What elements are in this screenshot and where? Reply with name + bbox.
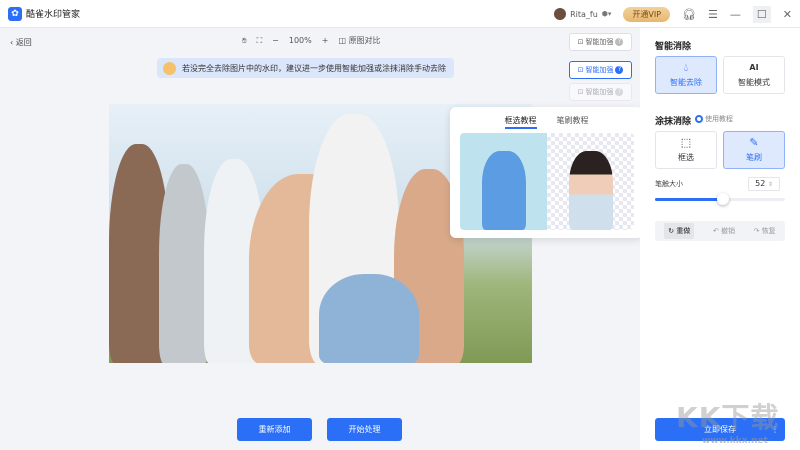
smear-remove-title: 涂抹消除	[655, 117, 692, 127]
smart-mode-button[interactable]: AI 智能模式	[723, 56, 785, 94]
compare-icon: ◫	[338, 36, 349, 45]
undo-label: 撤销	[721, 227, 736, 235]
avatar	[554, 8, 567, 20]
undo-button[interactable]: ↶ 撤销	[713, 226, 735, 236]
enhance-icon: ⊡	[577, 38, 584, 46]
redo-all-button[interactable]: ↻ 重做	[664, 223, 695, 239]
canvas-toolbar: ✋︎ ⛶ − 100% + ◫ 原图对比	[242, 35, 381, 46]
smart-mode-label: 智能模式	[738, 78, 770, 87]
brush-icon: ✎	[749, 136, 759, 149]
smart-remove-button[interactable]: 💧︎ 智能去除	[655, 56, 717, 94]
smart-remove-title: 智能消除	[655, 42, 692, 52]
drop-icon: 💧︎	[683, 61, 689, 74]
compare-button[interactable]: ◫ 原图对比	[338, 35, 380, 46]
tutorial-popover: 框选教程 笔刷教程	[450, 107, 643, 238]
watermark-url: www.kkx.net	[702, 436, 768, 446]
stepper-icon[interactable]: ⇕	[768, 181, 773, 188]
restore-label: 恢复	[761, 227, 776, 235]
zoom-in-button[interactable]: +	[322, 36, 329, 45]
help-icon[interactable]: ?	[615, 38, 624, 46]
menu-icon[interactable]: ☰	[708, 8, 718, 21]
brush-button[interactable]: ✎ 笔刷	[723, 131, 785, 169]
play-icon	[695, 115, 703, 123]
headset-icon[interactable]: 🎧︎	[682, 8, 696, 21]
zoom-level: 100%	[288, 36, 312, 45]
maximize-button[interactable]: ☐	[752, 5, 771, 23]
box-select-label: 框选	[678, 153, 694, 162]
vip-button[interactable]: 开通VIP	[623, 6, 671, 22]
chevron-down-icon: ⬢▾	[601, 10, 612, 18]
enhance-label: 智能加强	[585, 38, 614, 46]
enhance-icon: ⊡	[577, 66, 584, 74]
brush-size-value: 52	[755, 179, 766, 188]
zoom-out-button[interactable]: −	[272, 36, 279, 45]
user-menu[interactable]: Rita_fu ⬢▾	[554, 8, 611, 20]
brush-size-input[interactable]: 52 ⇕	[748, 177, 780, 191]
tip-banner: 若没完全去除图片中的水印，建议进一步使用智能加强或涂抹消除手动去除	[157, 58, 454, 78]
smart-remove-label: 智能去除	[670, 78, 702, 87]
history-bar: ↻ 重做 ↶ 撤销 ↷ 恢复	[655, 221, 785, 241]
title-bar: ✿ 酷雀水印管家 Rita_fu ⬢▾ 开通VIP 🎧︎ ☰ — ☐ ✕	[0, 0, 800, 28]
tab-brush-tutorial[interactable]: 笔刷教程	[557, 115, 589, 129]
back-button[interactable]: ‹ 返回	[10, 37, 32, 48]
smart-enhance-button-3[interactable]: ⊡ 智能加强?	[569, 83, 632, 101]
watermark-logo: KK下载	[676, 401, 780, 434]
username: Rita_fu	[570, 9, 598, 19]
tab-box-tutorial[interactable]: 框选教程	[504, 115, 537, 129]
box-select-button[interactable]: ⬚ 框选	[655, 131, 717, 169]
tutorial-link-label: 使用教程	[705, 115, 733, 123]
restore-button[interactable]: ↷ 恢复	[754, 226, 776, 236]
close-button[interactable]: ✕	[783, 8, 792, 21]
tutorial-image-after	[547, 133, 634, 230]
enhance-label: 智能加强	[585, 88, 614, 96]
tutorial-link[interactable]: 使用教程	[695, 114, 733, 124]
help-icon[interactable]: ?	[615, 88, 624, 96]
fit-screen-icon[interactable]: ⛶	[257, 36, 263, 46]
minimize-button[interactable]: —	[730, 8, 741, 21]
enhance-label: 智能加强	[585, 66, 614, 74]
enhance-icon: ⊡	[577, 88, 584, 96]
app-logo-icon: ✿	[8, 6, 22, 21]
hand-icon[interactable]: ✋︎	[242, 36, 247, 46]
smart-enhance-button-2[interactable]: ⊡ 智能加强?	[569, 61, 632, 79]
smart-enhance-button-1[interactable]: ⊡ 智能加强?	[569, 33, 632, 51]
tip-text: 若没完全去除图片中的水印，建议进一步使用智能加强或涂抹消除手动去除	[182, 63, 446, 73]
back-label: 返回	[15, 38, 32, 47]
help-icon[interactable]: ?	[615, 66, 624, 74]
compare-label: 原图对比	[348, 36, 381, 45]
start-process-button[interactable]: 开始处理	[327, 418, 402, 441]
app-title: 酷雀水印管家	[26, 10, 81, 20]
readd-button[interactable]: 重新添加	[237, 418, 312, 441]
brush-size-label: 笔触大小	[655, 180, 683, 188]
brush-size-slider[interactable]	[655, 193, 785, 205]
box-select-icon: ⬚	[680, 136, 692, 149]
tutorial-image-before	[460, 133, 547, 230]
redo-all-label: 重做	[676, 227, 691, 235]
smile-emoji-icon	[163, 61, 176, 75]
slider-handle[interactable]	[716, 193, 729, 205]
ai-icon: AI	[749, 63, 759, 72]
brush-label: 笔刷	[746, 153, 762, 162]
